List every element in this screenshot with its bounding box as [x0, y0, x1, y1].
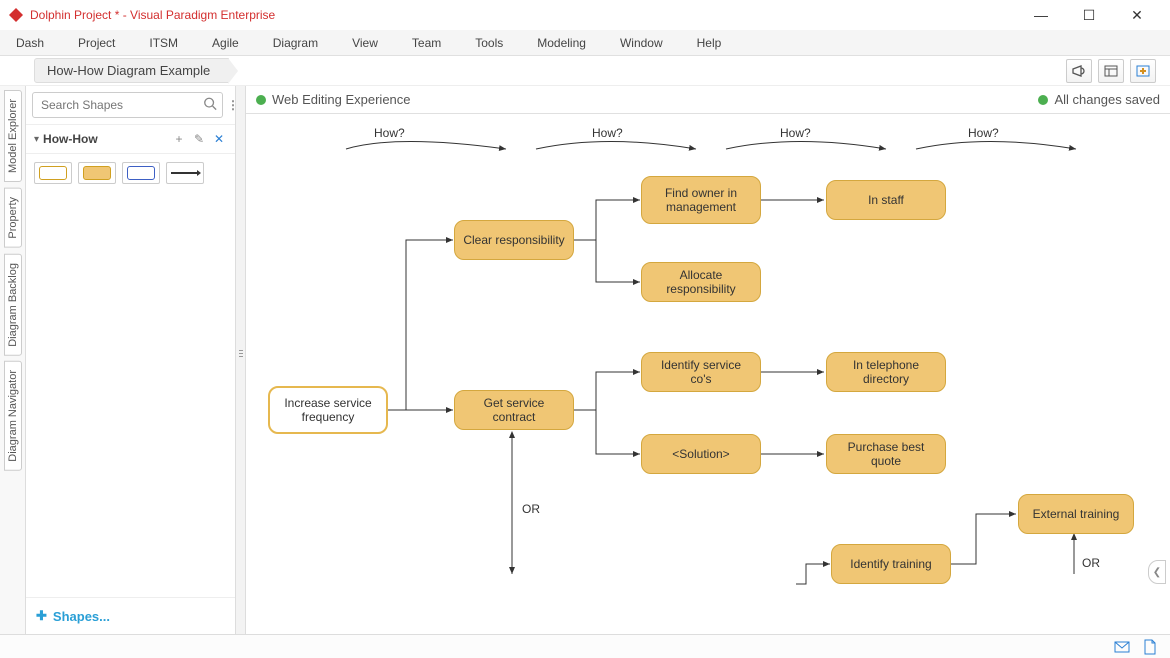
shape-solution[interactable] [78, 162, 116, 184]
status-right: All changes saved [1054, 92, 1160, 107]
shapes-link[interactable]: ✚ Shapes... [26, 597, 235, 634]
tab-label: Diagram Navigator [7, 370, 19, 462]
node-purchase-quote[interactable]: Purchase best quote [826, 434, 946, 474]
maximize-button[interactable]: ☐ [1074, 0, 1104, 30]
shape-goal[interactable] [34, 162, 72, 184]
breadcrumb-current[interactable]: How-How Diagram Example [34, 58, 229, 83]
menu-modeling[interactable]: Modeling [531, 33, 592, 53]
app-logo-icon [8, 7, 24, 23]
plus-icon: ✚ [36, 608, 47, 624]
vertical-splitter[interactable] [236, 86, 246, 634]
menu-team[interactable]: Team [406, 33, 447, 53]
node-get-service[interactable]: Get service contract [454, 390, 574, 430]
menu-bar: Dash Project ITSM Agile Diagram View Tea… [0, 30, 1170, 56]
canvas-status-bar: Web Editing Experience All changes saved [246, 86, 1170, 114]
mail-icon[interactable] [1114, 639, 1130, 655]
breadcrumb-bar: How-How Diagram Example [0, 56, 1170, 86]
menu-tools[interactable]: Tools [469, 33, 509, 53]
search-shapes-input[interactable] [32, 92, 223, 118]
tab-label: Diagram Backlog [7, 263, 19, 347]
or-label: OR [522, 502, 540, 516]
menu-help[interactable]: Help [691, 33, 728, 53]
new-panel-icon[interactable] [1130, 59, 1156, 83]
palette-body [26, 154, 235, 192]
minimize-button[interactable]: — [1026, 0, 1056, 30]
title-bar: Dolphin Project * - Visual Paradigm Ente… [0, 0, 1170, 30]
edit-shape-icon[interactable]: ✎ [191, 131, 207, 147]
menu-view[interactable]: View [346, 33, 384, 53]
how-label-3: How? [780, 126, 811, 140]
node-allocate-responsibility[interactable]: Allocate responsibility [641, 262, 761, 302]
tab-model-explorer[interactable]: Model Explorer [4, 90, 22, 182]
layout-icon[interactable] [1098, 59, 1124, 83]
how-label-2: How? [592, 126, 623, 140]
shapes-link-label: Shapes... [53, 609, 110, 624]
menu-window[interactable]: Window [614, 33, 669, 53]
tab-diagram-navigator[interactable]: Diagram Navigator [4, 361, 22, 471]
status-bar [0, 634, 1170, 658]
shape-palette-panel: ⋮ ▾ How-How + ✎ ✕ ✚ Shapes... [26, 86, 236, 634]
node-in-telephone[interactable]: In telephone directory [826, 352, 946, 392]
palette-header[interactable]: ▾ How-How + ✎ ✕ [26, 125, 235, 154]
chevron-down-icon: ▾ [34, 134, 39, 145]
document-icon[interactable] [1142, 639, 1158, 655]
tab-diagram-backlog[interactable]: Diagram Backlog [4, 254, 22, 356]
or-label-2: OR [1082, 556, 1100, 570]
canvas-wrap: Web Editing Experience All changes saved [246, 86, 1170, 634]
how-label-1: How? [374, 126, 405, 140]
menu-project[interactable]: Project [72, 33, 121, 53]
tab-property[interactable]: Property [4, 188, 22, 248]
palette-title: How-How [43, 132, 171, 146]
shape-arrow[interactable] [166, 162, 204, 184]
close-palette-icon[interactable]: ✕ [211, 131, 227, 147]
shape-solution-alt[interactable] [122, 162, 160, 184]
menu-dash[interactable]: Dash [10, 33, 50, 53]
node-increase-service[interactable]: Increase service frequency [268, 386, 388, 434]
menu-diagram[interactable]: Diagram [267, 33, 324, 53]
window-title: Dolphin Project * - Visual Paradigm Ente… [30, 8, 1026, 22]
save-dot-icon [1038, 95, 1048, 105]
how-label-4: How? [968, 126, 999, 140]
announcement-icon[interactable] [1066, 59, 1092, 83]
node-in-staff[interactable]: In staff [826, 180, 946, 220]
node-identify-training[interactable]: Identify training [831, 544, 951, 584]
side-tabs: Model Explorer Property Diagram Backlog … [0, 86, 26, 634]
node-solution-placeholder[interactable]: <Solution> [641, 434, 761, 474]
node-external-training[interactable]: External training [1018, 494, 1134, 534]
add-shape-icon[interactable]: + [171, 131, 187, 147]
status-left: Web Editing Experience [272, 92, 411, 107]
collapse-right-panel-icon[interactable]: ❮ [1148, 560, 1166, 584]
menu-itsm[interactable]: ITSM [143, 33, 184, 53]
main-area: Model Explorer Property Diagram Backlog … [0, 86, 1170, 634]
diagram-canvas[interactable]: How? How? How? How? OR OR Increase servi… [246, 114, 1170, 634]
search-icon[interactable] [203, 97, 217, 114]
node-identify-service[interactable]: Identify service co's [641, 352, 761, 392]
menu-agile[interactable]: Agile [206, 33, 245, 53]
node-clear-responsibility[interactable]: Clear responsibility [454, 220, 574, 260]
tab-label: Model Explorer [7, 99, 19, 173]
tab-label: Property [7, 197, 19, 239]
node-find-owner[interactable]: Find owner in management [641, 176, 761, 224]
close-button[interactable]: ✕ [1122, 0, 1152, 30]
status-dot-icon [256, 95, 266, 105]
